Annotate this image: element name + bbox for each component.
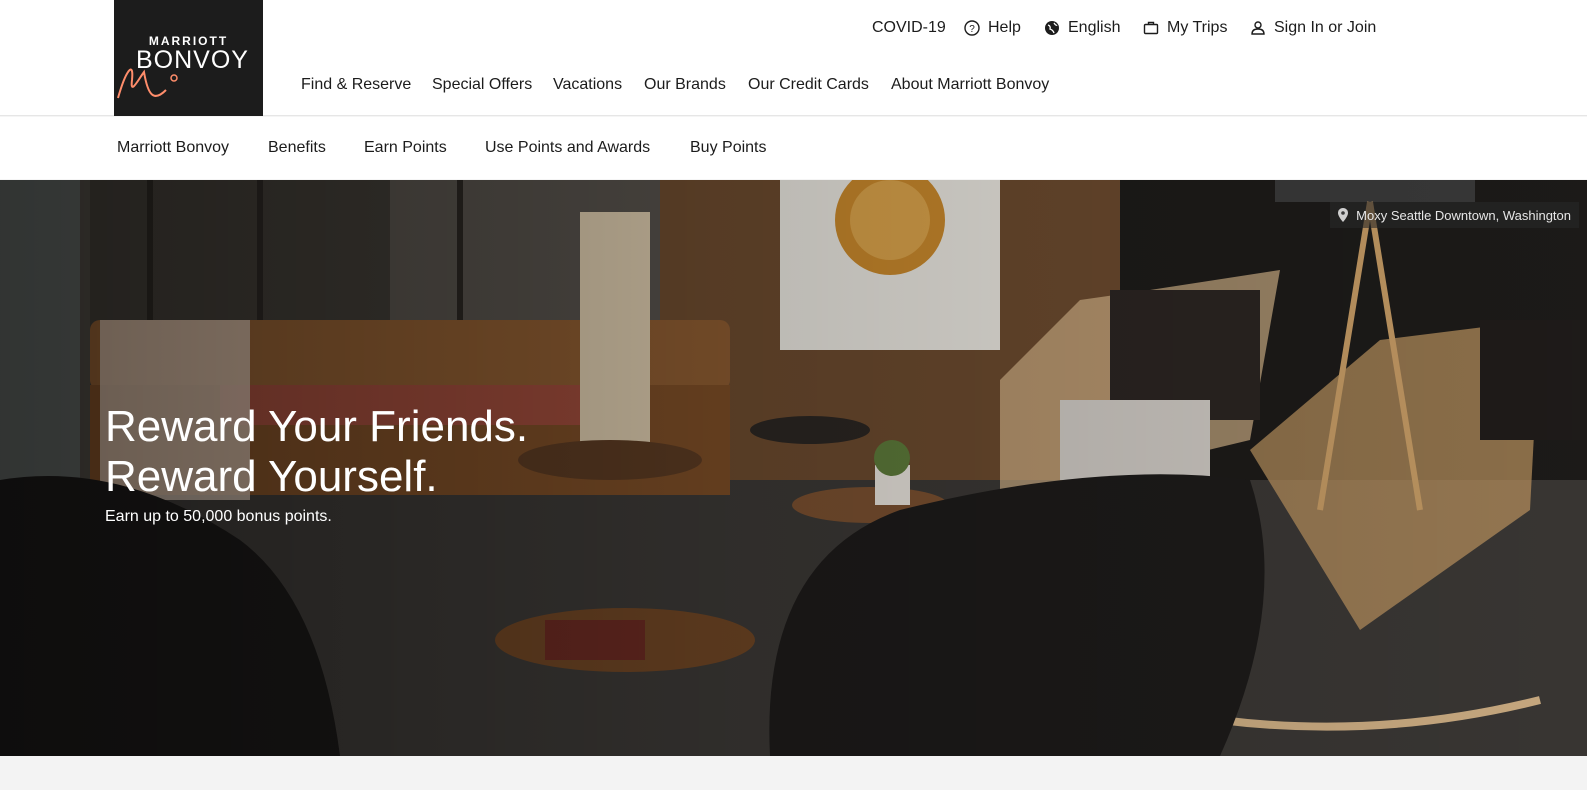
language-label: English [1068,19,1121,36]
page-bottom-band [0,756,1587,790]
suitcase-icon [1143,21,1159,35]
nav-our-brands[interactable]: Our Brands [644,76,726,94]
hero-subtext: Earn up to 50,000 bonus points. [105,508,332,525]
hero-banner: Moxy Seattle Downtown, Washington Reward… [0,180,1587,756]
hero-headline: Reward Your Friends. Reward Yourself. [105,402,705,502]
user-icon [1251,21,1265,35]
language-selector[interactable]: English [1044,17,1120,39]
nav-vacations[interactable]: Vacations [553,76,622,94]
location-text: Moxy Seattle Downtown, Washington [1356,207,1571,223]
site-header: MARRIOTT BONVOY COVID-19 ? Help English … [0,0,1587,116]
sign-in-link[interactable]: Sign In or Join [1250,17,1376,39]
my-trips-label: My Trips [1167,19,1228,36]
location-pin-icon [1338,208,1349,222]
covid-link[interactable]: COVID-19 [872,17,946,39]
hero-headline-line-1: Reward Your Friends. [105,402,529,451]
subnav-earn-points[interactable]: Earn Points [364,139,447,157]
nav-credit-cards[interactable]: Our Credit Cards [748,76,869,94]
sign-in-label: Sign In or Join [1274,19,1377,36]
subnav-benefits[interactable]: Benefits [268,139,326,157]
nav-special-offers[interactable]: Special Offers [432,76,532,94]
help-label: Help [988,19,1021,36]
main-nav: Find & Reserve Special Offers Vacations … [0,76,1587,98]
nav-find-reserve[interactable]: Find & Reserve [301,76,411,94]
sub-nav: Marriott Bonvoy Benefits Earn Points Use… [0,117,1587,179]
nav-about[interactable]: About Marriott Bonvoy [891,76,1049,94]
subnav-use-points[interactable]: Use Points and Awards [485,139,650,157]
help-link[interactable]: ? Help [964,17,1021,39]
subnav-marriott-bonvoy[interactable]: Marriott Bonvoy [117,139,229,157]
svg-text:?: ? [969,24,975,35]
hero-headline-line-2: Reward Yourself. [105,452,438,501]
globe-icon [1045,21,1059,35]
help-icon: ? [964,20,980,36]
subnav-buy-points[interactable]: Buy Points [690,139,766,157]
utility-nav: COVID-19 ? Help English My Trips Sign In… [0,17,1587,39]
location-badge: Moxy Seattle Downtown, Washington [1330,202,1579,228]
my-trips-link[interactable]: My Trips [1143,17,1227,39]
covid-label: COVID-19 [872,19,946,36]
